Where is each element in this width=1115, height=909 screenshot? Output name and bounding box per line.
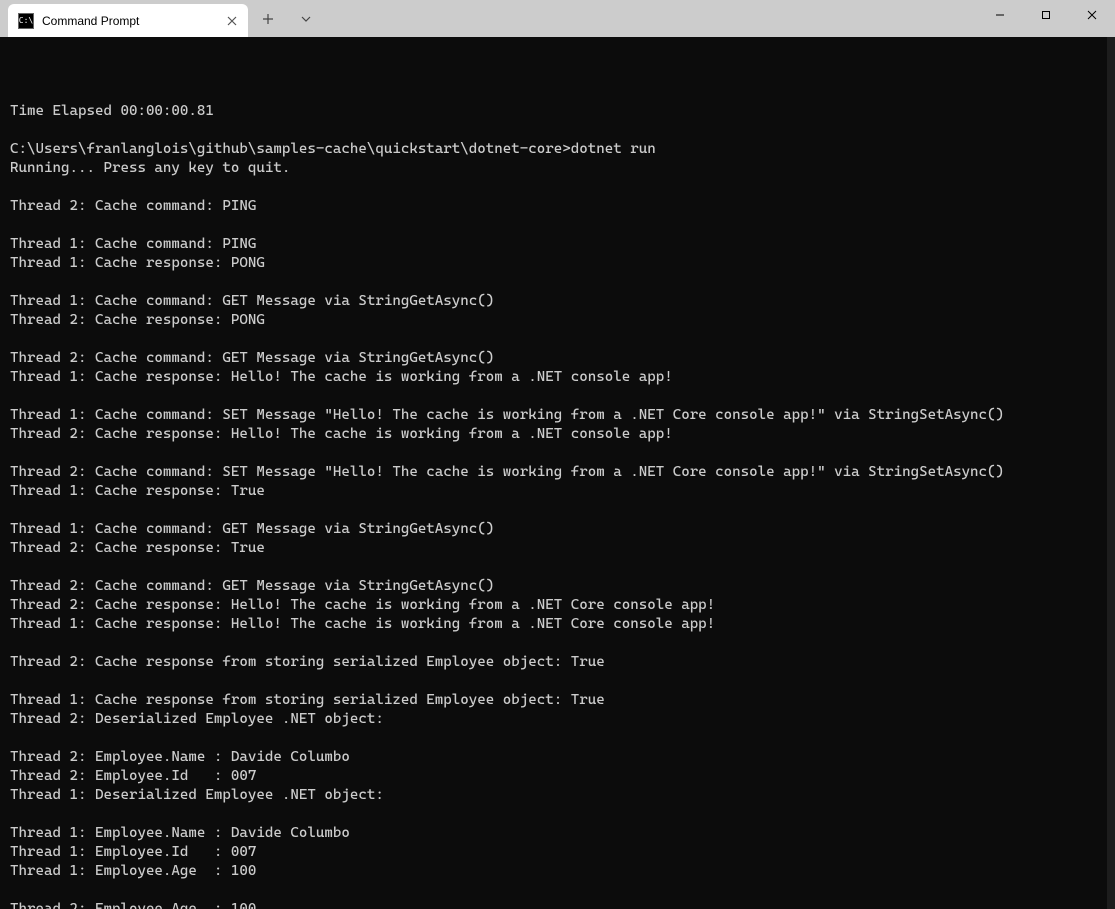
- terminal-line: [10, 729, 1105, 748]
- terminal-line: Thread 2: Cache response: True: [10, 539, 1105, 558]
- terminal-line: Thread 2: Deserialized Employee .NET obj…: [10, 710, 1105, 729]
- terminal-line: Thread 2: Cache response: Hello! The cac…: [10, 425, 1105, 444]
- terminal-line: [10, 444, 1105, 463]
- terminal-line: Thread 2: Employee.Name : Davide Columbo: [10, 748, 1105, 767]
- terminal-line: Thread 1: Cache response from storing se…: [10, 691, 1105, 710]
- terminal-line: [10, 634, 1105, 653]
- terminal-line: [10, 805, 1105, 824]
- terminal-line: Thread 1: Cache command: GET Message via…: [10, 520, 1105, 539]
- terminal-line: Thread 1: Cache response: Hello! The cac…: [10, 368, 1105, 387]
- terminal-line: Thread 2: Cache command: GET Message via…: [10, 577, 1105, 596]
- terminal-line: [10, 672, 1105, 691]
- terminal-line: Thread 2: Cache command: PING: [10, 197, 1105, 216]
- terminal-line: [10, 273, 1105, 292]
- terminal-line: Thread 1: Deserialized Employee .NET obj…: [10, 786, 1105, 805]
- terminal-line: Thread 2: Employee.Id : 007: [10, 767, 1105, 786]
- terminal-line: [10, 83, 1105, 102]
- terminal-line: [10, 178, 1105, 197]
- titlebar: C:\ Command Prompt: [0, 0, 1115, 37]
- terminal-line: Thread 1: Employee.Id : 007: [10, 843, 1105, 862]
- terminal-line: Thread 2: Cache response from storing se…: [10, 653, 1105, 672]
- new-tab-button[interactable]: [258, 9, 278, 29]
- terminal-line: Thread 1: Employee.Name : Davide Columbo: [10, 824, 1105, 843]
- terminal-output[interactable]: Time Elapsed 00:00:00.81 C:\Users\franla…: [0, 37, 1115, 909]
- close-window-button[interactable]: [1069, 0, 1115, 30]
- terminal-line: [10, 121, 1105, 140]
- terminal-line: Thread 2: Cache command: SET Message "He…: [10, 463, 1105, 482]
- terminal-line: Thread 2: Cache command: GET Message via…: [10, 349, 1105, 368]
- tab-close-button[interactable]: [224, 13, 240, 29]
- terminal-line: Thread 2: Cache response: PONG: [10, 311, 1105, 330]
- scrollbar[interactable]: [1107, 37, 1115, 909]
- terminal-line: Running... Press any key to quit.: [10, 159, 1105, 178]
- terminal-line: [10, 501, 1105, 520]
- terminal-line: Time Elapsed 00:00:00.81: [10, 102, 1105, 121]
- tab-command-prompt[interactable]: C:\ Command Prompt: [8, 4, 248, 37]
- maximize-button[interactable]: [1023, 0, 1069, 30]
- terminal-line: Thread 1: Employee.Age : 100: [10, 862, 1105, 881]
- terminal-line: Thread 1: Cache command: GET Message via…: [10, 292, 1105, 311]
- terminal-line: Thread 2: Cache response: Hello! The cac…: [10, 596, 1105, 615]
- terminal-line: Thread 1: Cache command: SET Message "He…: [10, 406, 1105, 425]
- tab-title: Command Prompt: [42, 14, 139, 28]
- terminal-line: Thread 1: Cache response: PONG: [10, 254, 1105, 273]
- terminal-line: Thread 1: Cache response: Hello! The cac…: [10, 615, 1105, 634]
- terminal-line: Thread 1: Cache command: PING: [10, 235, 1105, 254]
- cmd-icon: C:\: [18, 13, 34, 29]
- terminal-line: [10, 881, 1105, 900]
- terminal-line: [10, 558, 1105, 577]
- terminal-line: Thread 1: Cache response: True: [10, 482, 1105, 501]
- minimize-button[interactable]: [977, 0, 1023, 30]
- tab-controls: [258, 0, 316, 37]
- window-controls: [977, 0, 1115, 37]
- terminal-line: C:\Users\franlanglois\github\samples-cac…: [10, 140, 1105, 159]
- terminal-line: Thread 2: Employee.Age : 100: [10, 900, 1105, 909]
- terminal-line: [10, 330, 1105, 349]
- terminal-line: [10, 387, 1105, 406]
- terminal-line: [10, 216, 1105, 235]
- tab-dropdown-button[interactable]: [296, 9, 316, 29]
